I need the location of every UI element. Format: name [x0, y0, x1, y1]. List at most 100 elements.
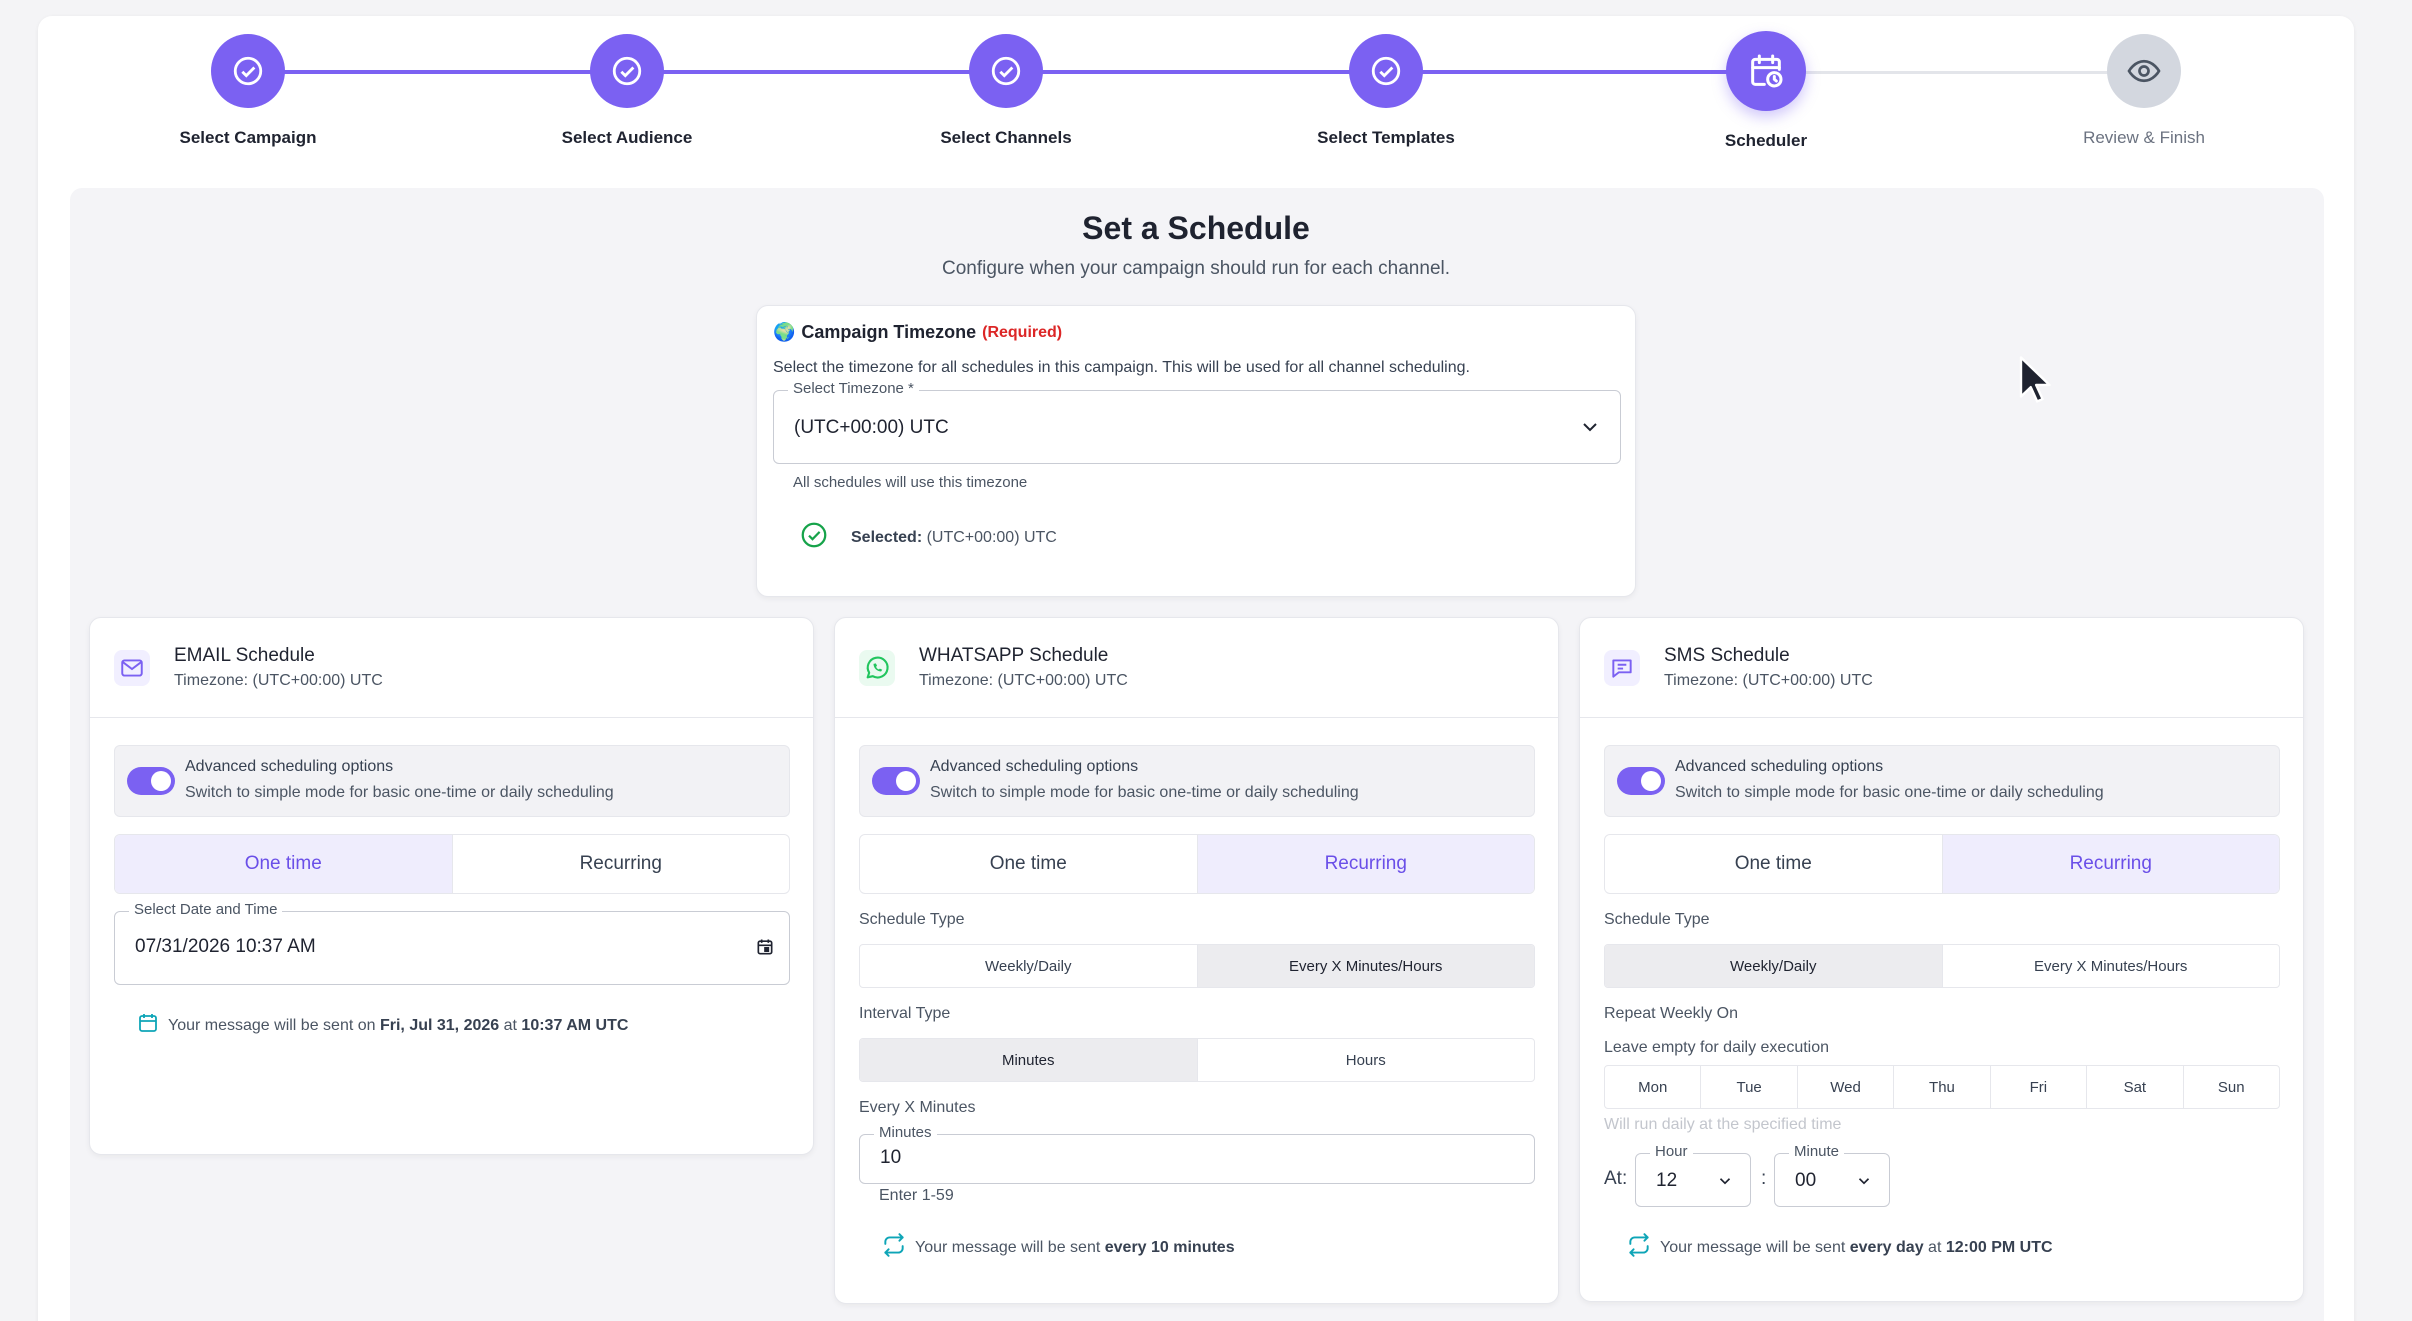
- advanced-options-row: Advanced scheduling options Switch to si…: [1604, 745, 2280, 817]
- step-select-channels[interactable]: Select Channels: [876, 34, 1136, 148]
- whatsapp-icon: [859, 650, 895, 686]
- schedule-title: WHATSAPP Schedule: [919, 645, 1109, 666]
- advanced-options-toggle[interactable]: [872, 767, 920, 795]
- minute-value: 00: [1795, 1170, 1817, 1191]
- minute-label: Minute: [1789, 1143, 1845, 1160]
- timezone-title: Campaign Timezone: [801, 322, 977, 342]
- timezone-helper: All schedules will use this timezone: [793, 474, 1028, 491]
- time-colon: :: [1761, 1168, 1767, 1189]
- hour-label: Hour: [1650, 1143, 1693, 1160]
- calendar-icon[interactable]: [755, 937, 775, 962]
- step-select-campaign[interactable]: Select Campaign: [118, 34, 378, 148]
- interval-type-toggle: Minutes Hours: [859, 1038, 1535, 1082]
- option-weekly-daily[interactable]: Weekly/Daily: [1605, 945, 1942, 987]
- option-hours[interactable]: Hours: [1196, 1039, 1535, 1081]
- day-tue[interactable]: Tue: [1700, 1066, 1796, 1108]
- check-circle-icon: [969, 34, 1043, 108]
- step-label: Select Campaign: [179, 128, 317, 147]
- day-fri[interactable]: Fri: [1989, 1066, 2086, 1108]
- day-wed[interactable]: Wed: [1796, 1066, 1893, 1108]
- check-circle-icon: [590, 34, 664, 108]
- sms-schedule-card: SMS Schedule Timezone: (UTC+00:00) UTC A…: [1579, 617, 2304, 1302]
- note-at: at: [503, 1016, 517, 1034]
- note-time: 10:37 AM UTC: [521, 1016, 629, 1034]
- email-schedule-header: EMAIL Schedule Timezone: (UTC+00:00) UTC: [90, 618, 813, 718]
- timezone-heading: 🌍 Campaign Timezone (Required): [773, 322, 1062, 343]
- schedule-mode-tabs: One time Recurring: [859, 834, 1535, 894]
- schedule-type-toggle: Weekly/Daily Every X Minutes/Hours: [1604, 944, 2280, 988]
- note-frequency: every 10 minutes: [1104, 1238, 1235, 1256]
- whatsapp-send-note: Your message will be sent every 10 minut…: [881, 1232, 1235, 1263]
- advanced-options-row: Advanced scheduling options Switch to si…: [859, 745, 1535, 817]
- weekday-picker: Mon Tue Wed Thu Fri Sat Sun: [1604, 1065, 2280, 1109]
- day-thu[interactable]: Thu: [1893, 1066, 1989, 1108]
- daily-hint: Will run daily at the specified time: [1604, 1116, 1842, 1133]
- schedule-timezone: Timezone: (UTC+00:00) UTC: [1664, 672, 1873, 689]
- datetime-input[interactable]: Select Date and Time 07/31/2026 10:37 AM: [114, 901, 790, 985]
- datetime-value: 07/31/2026 10:37 AM: [135, 936, 316, 957]
- option-minutes[interactable]: Minutes: [860, 1039, 1197, 1081]
- day-mon[interactable]: Mon: [1605, 1066, 1700, 1108]
- selected-value: (UTC+00:00) UTC: [926, 528, 1057, 546]
- eye-icon: [2107, 34, 2181, 108]
- minute-select[interactable]: Minute 00: [1774, 1143, 1890, 1207]
- advanced-options-description: Switch to simple mode for basic one-time…: [930, 784, 1359, 801]
- timezone-select-value: (UTC+00:00) UTC: [794, 417, 949, 438]
- progress-stepper: Select Campaign Select Audience Select C…: [0, 0, 2412, 170]
- schedule-type-label: Schedule Type: [1604, 911, 1710, 928]
- timezone-select[interactable]: Select Timezone * (UTC+00:00) UTC: [773, 380, 1621, 464]
- schedule-title: SMS Schedule: [1664, 645, 1790, 666]
- day-sun[interactable]: Sun: [2182, 1066, 2279, 1108]
- interval-type-label: Interval Type: [859, 1005, 951, 1022]
- option-weekly-daily[interactable]: Weekly/Daily: [860, 945, 1197, 987]
- email-schedule-card: EMAIL Schedule Timezone: (UTC+00:00) UTC…: [89, 617, 814, 1155]
- page-subtitle: Configure when your campaign should run …: [941, 258, 1451, 279]
- minutes-input[interactable]: Minutes 10: [859, 1124, 1535, 1184]
- schedule-type-toggle: Weekly/Daily Every X Minutes/Hours: [859, 944, 1535, 988]
- tab-recurring[interactable]: Recurring: [1196, 835, 1534, 893]
- sms-schedule-header: SMS Schedule Timezone: (UTC+00:00) UTC: [1580, 618, 2303, 718]
- note-text: Your message will be sent: [1660, 1238, 1846, 1256]
- repeat-icon: [1626, 1232, 1652, 1263]
- step-select-templates[interactable]: Select Templates: [1256, 34, 1516, 148]
- chevron-down-icon: [1716, 1172, 1734, 1195]
- day-sat[interactable]: Sat: [2086, 1066, 2182, 1108]
- tab-recurring[interactable]: Recurring: [1941, 835, 2279, 893]
- tab-one-time[interactable]: One time: [1605, 835, 1942, 893]
- option-every-x[interactable]: Every X Minutes/Hours: [1196, 945, 1534, 987]
- selected-label: Selected:: [851, 528, 923, 546]
- step-scheduler[interactable]: Scheduler: [1636, 31, 1896, 151]
- note-at: at: [1928, 1238, 1942, 1256]
- step-label: Review & Finish: [2083, 128, 2205, 147]
- minutes-value: 10: [880, 1147, 902, 1168]
- repeat-weekly-helper: Leave empty for daily execution: [1604, 1039, 1830, 1056]
- mouse-cursor-icon: [2018, 354, 2054, 411]
- schedule-type-label: Schedule Type: [859, 911, 965, 928]
- required-badge: (Required): [982, 323, 1063, 341]
- calendar-icon: [136, 1011, 160, 1040]
- advanced-options-title: Advanced scheduling options: [185, 758, 394, 775]
- minutes-helper: Enter 1-59: [879, 1187, 954, 1204]
- globe-icon: 🌍: [773, 322, 796, 342]
- note-text: Your message will be sent: [915, 1238, 1101, 1256]
- note-text: Your message will be sent on: [168, 1016, 376, 1034]
- hour-select[interactable]: Hour 12: [1635, 1143, 1751, 1207]
- advanced-options-toggle[interactable]: [1617, 767, 1665, 795]
- whatsapp-schedule-card: WHATSAPP Schedule Timezone: (UTC+00:00) …: [834, 617, 1559, 1304]
- step-review-finish[interactable]: Review & Finish: [2014, 34, 2274, 148]
- minutes-label: Minutes: [874, 1124, 937, 1141]
- tab-recurring[interactable]: Recurring: [451, 835, 790, 893]
- tab-one-time[interactable]: One time: [115, 835, 452, 893]
- step-label: Select Audience: [561, 128, 693, 147]
- tab-one-time[interactable]: One time: [860, 835, 1197, 893]
- check-circle-icon: [799, 520, 829, 555]
- whatsapp-schedule-header: WHATSAPP Schedule Timezone: (UTC+00:00) …: [835, 618, 1558, 718]
- repeat-weekly-label: Repeat Weekly On: [1604, 1005, 1738, 1022]
- repeat-icon: [881, 1232, 907, 1263]
- option-every-x[interactable]: Every X Minutes/Hours: [1941, 945, 2280, 987]
- advanced-options-title: Advanced scheduling options: [1675, 758, 1884, 775]
- step-select-audience[interactable]: Select Audience: [497, 34, 757, 148]
- advanced-options-toggle[interactable]: [127, 767, 175, 795]
- advanced-options-title: Advanced scheduling options: [930, 758, 1139, 775]
- timezone-select-label: Select Timezone *: [788, 380, 919, 397]
